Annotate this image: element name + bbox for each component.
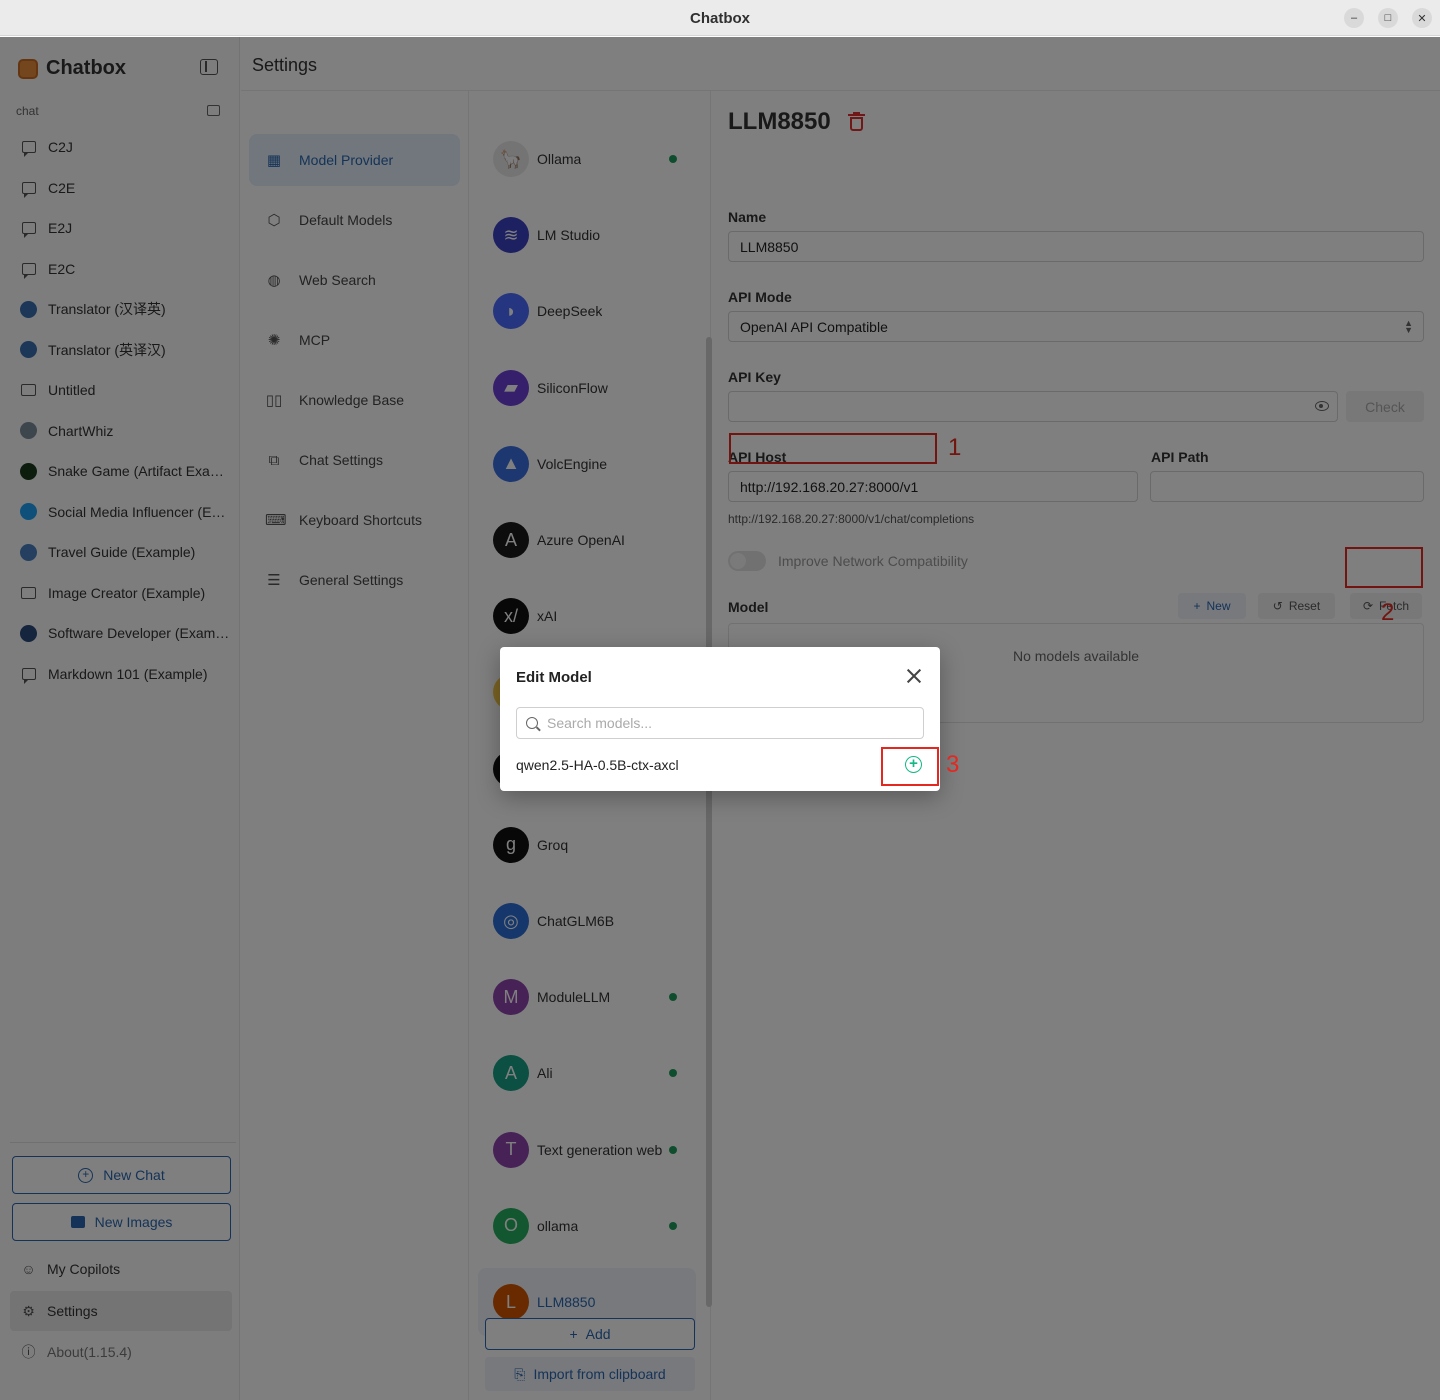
annotation-number-3: 3 xyxy=(946,751,960,778)
dialog-title: Edit Model xyxy=(516,669,592,686)
maximize-button[interactable]: □ xyxy=(1378,8,1398,28)
close-window-button[interactable]: ✕ xyxy=(1412,8,1432,28)
minimize-button[interactable]: – xyxy=(1344,8,1364,28)
model-search-input[interactable]: Search models... xyxy=(516,707,924,739)
edit-model-dialog: Edit Model Search models... qwen2.5-HA-0… xyxy=(500,647,940,791)
model-list-item: qwen2.5-HA-0.5B-ctx-axcl xyxy=(516,757,679,773)
search-icon xyxy=(526,717,538,729)
annotation-box-3 xyxy=(881,747,939,786)
window-title: Chatbox xyxy=(690,10,750,27)
window-titlebar: Chatbox – □ ✕ xyxy=(0,0,1440,36)
close-icon[interactable] xyxy=(905,667,923,685)
